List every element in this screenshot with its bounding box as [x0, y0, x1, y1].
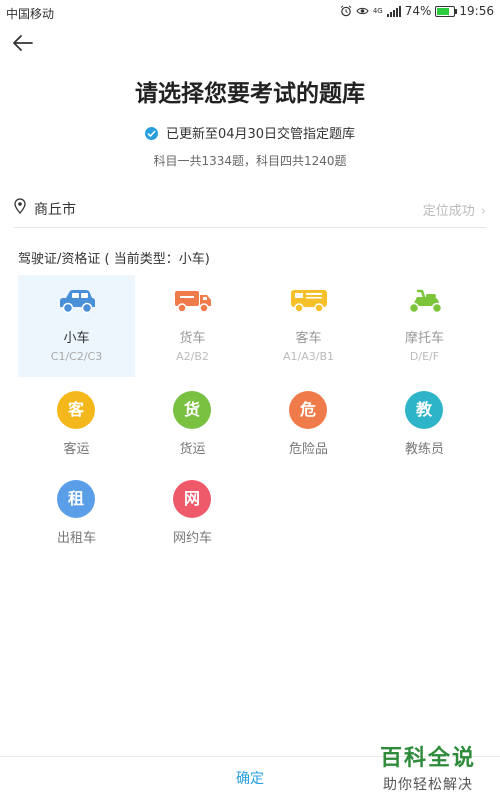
- alarm-icon: [340, 5, 352, 17]
- location-pin-icon: [14, 198, 26, 214]
- truck-icon: [175, 291, 211, 313]
- battery-fill: [437, 7, 450, 15]
- vehicle-name: 货车: [179, 331, 206, 346]
- motorcycle-icon: [408, 289, 443, 314]
- vehicle-type-grid: 小车 C1/C2/C3 货车 A2/B2 客车 A1/A3/B1 摩托车 D/E…: [18, 275, 483, 377]
- location-row[interactable]: 商丘市 定位成功 ›: [14, 190, 486, 228]
- signal-icon: [386, 5, 401, 17]
- qualification-option-instructor[interactable]: 教 教练员: [366, 388, 483, 468]
- watermark-title: 百科全说: [379, 746, 476, 771]
- battery-icon: [435, 5, 458, 17]
- qualification-option-passenger[interactable]: 客 客运: [18, 388, 135, 468]
- back-arrow-icon: [13, 35, 33, 51]
- watermark: 百科全说 助你轻松解决: [372, 740, 484, 794]
- bus-icon: [291, 290, 327, 313]
- vehicle-option-truck[interactable]: 货车 A2/B2: [134, 275, 251, 377]
- freight-icon: 货: [173, 391, 211, 429]
- clock: 19:56: [459, 4, 494, 18]
- license-code: A1/A3/B1: [282, 350, 334, 363]
- license-code: C1/C2/C3: [50, 350, 103, 363]
- status-icons: 4G 74% 19:56: [340, 4, 494, 18]
- battery-percent: 74%: [404, 4, 432, 18]
- location-status: 定位成功 ›: [423, 200, 486, 219]
- qualification-option-freight[interactable]: 货 货运: [134, 388, 251, 468]
- watermark-slogan: 助你轻松解决: [383, 777, 473, 793]
- qualification-option-taxi[interactable]: 租 出租车: [18, 477, 135, 557]
- taxi-icon: 租: [57, 480, 95, 518]
- eye-comfort-icon: [356, 7, 369, 15]
- qualification-label: 危险品: [288, 442, 328, 457]
- network-type: 4G: [372, 7, 383, 15]
- location-status-text: 定位成功: [422, 204, 475, 219]
- qualification-label: 教练员: [404, 442, 444, 457]
- vehicle-name: 小车: [63, 331, 90, 346]
- qualification-label: 客运: [63, 442, 90, 457]
- vehicle-name: 摩托车: [404, 331, 444, 346]
- check-circle-icon: [144, 127, 158, 140]
- passenger-icon: 客: [57, 391, 95, 429]
- city-name: 商丘市: [34, 202, 76, 218]
- qualification-option-ride-hailing[interactable]: 网 网约车: [134, 477, 251, 557]
- confirm-button[interactable]: 确定: [200, 768, 300, 788]
- license-code: A2/B2: [176, 350, 209, 363]
- vehicle-option-motorcycle[interactable]: 摩托车 D/E/F: [366, 275, 483, 377]
- update-text: 已更新至04月30日交管指定题库: [165, 127, 356, 142]
- qualification-grid: 客 客运 货 货运 危 危险品 教 教练员 租 出租车 网 网约车: [18, 388, 483, 558]
- update-notice: 已更新至04月30日交管指定题库: [0, 123, 500, 142]
- vehicle-name: 客车: [295, 331, 322, 346]
- instructor-icon: 教: [405, 391, 443, 429]
- page-title: 请选择您要考试的题库: [135, 81, 365, 107]
- qualification-label: 网约车: [172, 531, 212, 546]
- status-bar: 中国移动 4G 74% 19:56: [0, 0, 500, 24]
- question-counts: 科目一共1334题，科目四共1240题: [153, 154, 347, 168]
- back-button[interactable]: [10, 30, 36, 56]
- vehicle-option-car[interactable]: 小车 C1/C2/C3: [18, 275, 135, 377]
- ride-hailing-icon: 网: [173, 480, 211, 518]
- carrier-name: 中国移动: [6, 7, 55, 21]
- section-label: 驾驶证/资格证 ( 当前类型：小车): [18, 252, 210, 267]
- car-icon: [60, 290, 95, 314]
- qualification-label: 出租车: [56, 531, 96, 546]
- qualification-label: 货运: [179, 442, 206, 457]
- license-code: D/E/F: [409, 350, 440, 363]
- vehicle-option-bus[interactable]: 客车 A1/A3/B1: [250, 275, 367, 377]
- qualification-option-hazmat[interactable]: 危 危险品: [250, 388, 367, 468]
- chevron-right-icon: ›: [480, 204, 486, 219]
- hazmat-icon: 危: [289, 391, 327, 429]
